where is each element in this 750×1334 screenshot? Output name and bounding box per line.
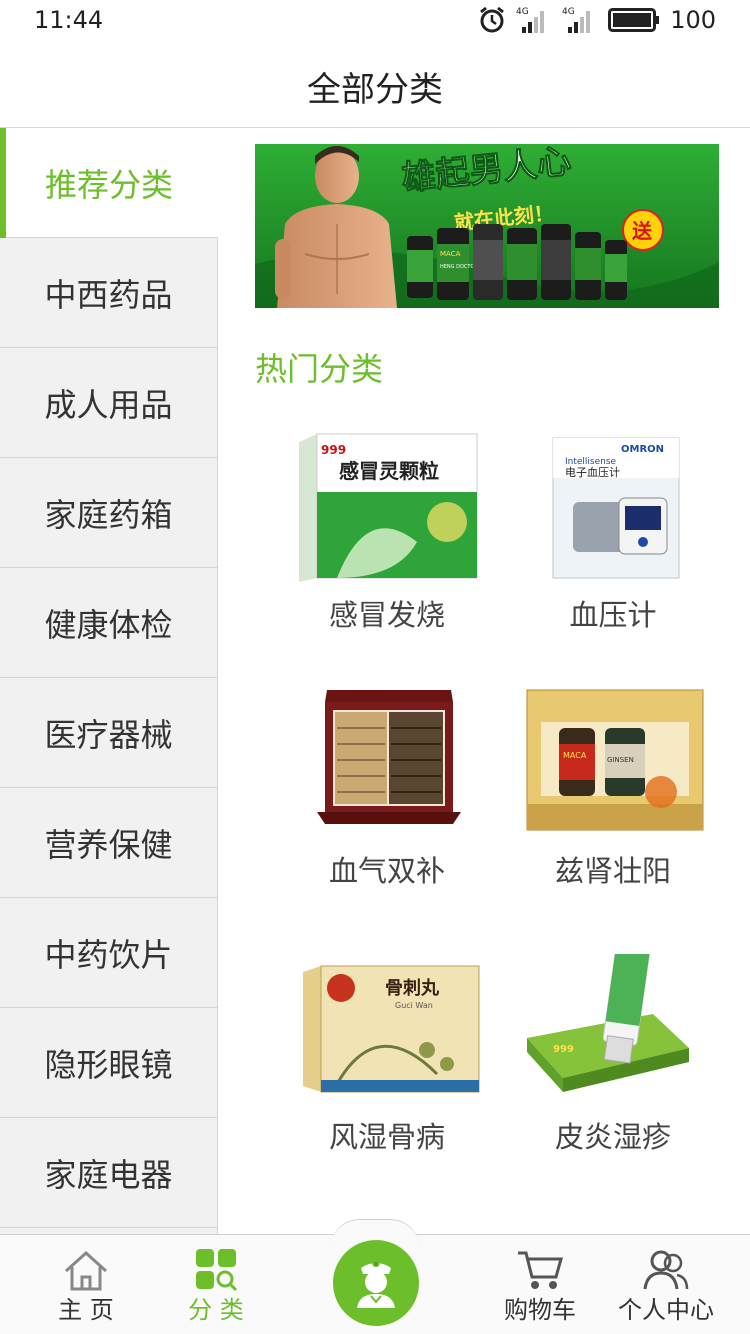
- ointment-tube-box-icon: 999: [527, 954, 689, 1092]
- status-icons: 4G 4G 100: [478, 5, 716, 35]
- hot-category-dermatitis[interactable]: 999 皮炎湿疹: [503, 954, 723, 1164]
- hot-category-label: 皮炎湿疹: [554, 1120, 671, 1154]
- hot-category-qi-blood[interactable]: 血气双补: [277, 688, 497, 898]
- tab-profile[interactable]: 个人中心: [606, 1235, 726, 1334]
- product-brand: MACA: [563, 751, 587, 760]
- pharmacist-icon: [357, 1261, 395, 1308]
- sidebar-item-label: 营养保健: [44, 825, 173, 864]
- herbal-pill-box-icon: 骨刺丸 Guci Wan: [303, 965, 480, 1093]
- banner-gift-badge: 送: [632, 219, 653, 243]
- hot-category-label: 风湿骨病: [328, 1120, 445, 1154]
- product-brand: OMRON: [621, 444, 664, 455]
- battery-icon: [608, 8, 660, 32]
- sidebar-item-label: 医疗器械: [44, 715, 173, 754]
- tab-label: 主 页: [58, 1296, 114, 1324]
- sidebar-item-adult-products[interactable]: 成人用品: [0, 348, 217, 458]
- signal-type-label: 4G: [562, 7, 575, 17]
- sidebar-item-health-checkup[interactable]: 健康体检: [0, 568, 217, 678]
- supplement-gift-box-icon: MACA GINSEN: [526, 689, 704, 831]
- sidebar-item-medical-devices[interactable]: 医疗器械: [0, 678, 217, 788]
- status-bar: 11:44 4G 4G 100: [0, 0, 750, 42]
- tab-label: 分 类: [188, 1296, 244, 1324]
- sidebar-item-herbal-pieces[interactable]: 中药饮片: [0, 898, 217, 1008]
- sidebar-item-label: 中药饮片: [44, 935, 173, 974]
- home-icon: [64, 1250, 108, 1291]
- blood-pressure-monitor-box-icon: OMRON Intellisense 电子血压计: [552, 437, 680, 579]
- sidebar-item-label: 家庭电器: [44, 1155, 173, 1194]
- page-title: 全部分类: [307, 70, 443, 110]
- signal-icon: 4G: [562, 7, 591, 33]
- sidebar-item-contact-lenses[interactable]: 隐形眼镜: [0, 1008, 217, 1118]
- user-icon: [643, 1250, 689, 1290]
- bottle-brand-label: MACA: [440, 250, 461, 258]
- bottle-product-label: HENG DOCTOR: [440, 264, 478, 270]
- tab-label: 个人中心: [618, 1296, 714, 1324]
- alarm-icon: [480, 6, 505, 33]
- hot-category-label: 血压计: [569, 598, 657, 632]
- product-pinyin: Guci Wan: [395, 1001, 433, 1010]
- signal-icon: 4G: [516, 7, 545, 33]
- promo-banner-image: 雄起男人心 就在此刻！ 送 MACA HENG DOCTOR: [255, 144, 719, 308]
- sidebar-item-label: 中西药品: [44, 275, 173, 314]
- battery-level: 100: [670, 6, 716, 34]
- product-brand: 999: [321, 443, 346, 457]
- cold-medicine-box-icon: 999 感冒灵颗粒: [299, 433, 478, 582]
- sidebar-item-label: 健康体检: [44, 605, 173, 644]
- status-time: 11:44: [34, 6, 104, 34]
- hot-categories-title: 热门分类: [255, 350, 384, 388]
- signal-type-label: 4G: [516, 7, 529, 17]
- sidebar-item-western-chinese-medicine[interactable]: 中西药品: [0, 238, 217, 348]
- hot-category-kidney-tonic[interactable]: MACA GINSEN 兹肾壮阳: [503, 688, 723, 898]
- header: 全部分类: [0, 42, 750, 128]
- sidebar-item-label: 家庭药箱: [44, 495, 173, 534]
- product-brand: 999: [553, 1044, 574, 1055]
- tab-category[interactable]: 分 类: [156, 1235, 276, 1334]
- sidebar-item-nutrition-health[interactable]: 营养保健: [0, 788, 217, 898]
- hot-category-label: 兹肾壮阳: [554, 854, 671, 888]
- main-content: 雄起男人心 就在此刻！ 送 MACA HENG DOCTOR 热门分类 999 …: [219, 128, 750, 1234]
- product-name: 电子血压计: [565, 465, 620, 479]
- product-series: GINSEN: [607, 756, 634, 764]
- product-bottles: MACA HENG DOCTOR: [407, 224, 627, 300]
- sidebar-item-home-medicine-kit[interactable]: 家庭药箱: [0, 458, 217, 568]
- category-icon: [196, 1249, 238, 1292]
- tab-cart[interactable]: 购物车: [480, 1235, 600, 1334]
- tab-label: 购物车: [504, 1296, 576, 1324]
- product-name: 骨刺丸: [385, 978, 440, 999]
- hot-category-label: 血气双补: [328, 854, 445, 888]
- hot-category-blood-pressure[interactable]: OMRON Intellisense 电子血压计 血压计: [503, 432, 723, 642]
- promo-banner[interactable]: 雄起男人心 就在此刻！ 送 MACA HENG DOCTOR: [255, 144, 719, 308]
- hot-category-rheumatism[interactable]: 骨刺丸 Guci Wan 风湿骨病: [277, 954, 497, 1164]
- hot-category-cold-fever[interactable]: 999 感冒灵颗粒 感冒发烧: [277, 432, 497, 642]
- sidebar-item-label: 成人用品: [44, 385, 173, 424]
- center-pharmacist-button[interactable]: [333, 1240, 419, 1326]
- cart-icon: [518, 1251, 563, 1289]
- herbal-gift-box-icon: [317, 690, 461, 824]
- product-name: 感冒灵颗粒: [339, 459, 439, 483]
- sidebar-item-label: 推荐分类: [44, 165, 173, 204]
- sidebar-item-home-appliances[interactable]: 家庭电器: [0, 1118, 217, 1228]
- sidebar-item-label: 隐形眼镜: [44, 1045, 173, 1084]
- sidebar-item-recommended[interactable]: 推荐分类: [0, 128, 218, 238]
- tab-home[interactable]: 主 页: [26, 1235, 146, 1334]
- hot-category-label: 感冒发烧: [328, 598, 445, 632]
- category-sidebar: 推荐分类 中西药品 成人用品 家庭药箱 健康体检 医疗器械 营养保健 中药饮片 …: [0, 128, 218, 1234]
